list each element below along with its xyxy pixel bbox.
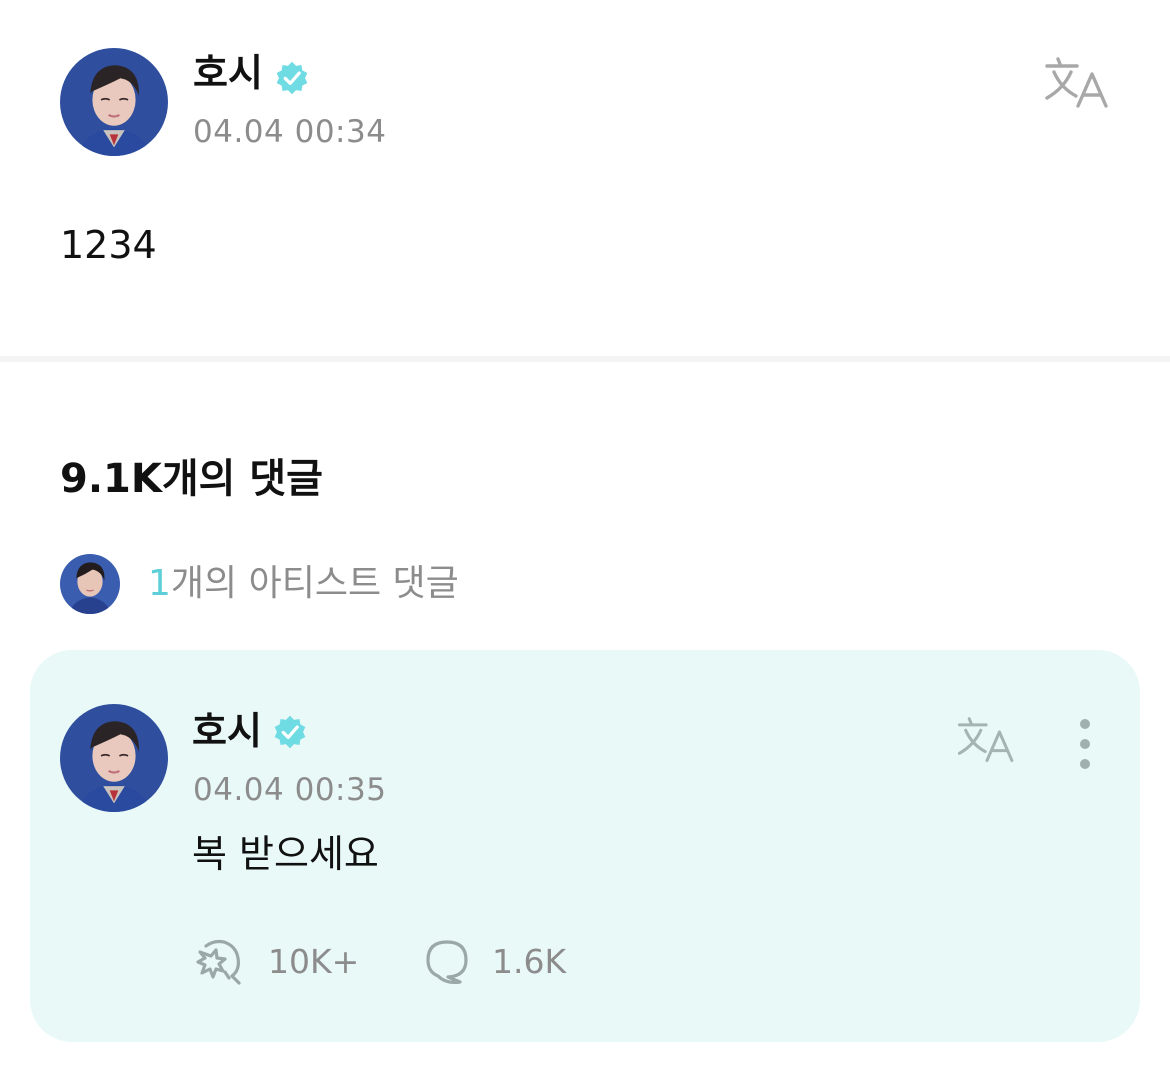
cheer-like-icon <box>192 938 244 986</box>
artist-avatar <box>60 554 120 614</box>
like-count: 10K+ <box>268 942 360 981</box>
comment-actions: 10K+ 1.6K <box>192 932 792 992</box>
verified-badge-icon <box>272 714 308 750</box>
artist-comments-label: 1개의 아티스트 댓글 <box>148 560 459 608</box>
verified-badge-icon <box>274 60 310 96</box>
post-body: 1234 <box>60 223 157 267</box>
comment-author-avatar[interactable] <box>60 704 168 812</box>
translate-icon[interactable] <box>956 716 1018 764</box>
more-vertical-icon[interactable] <box>1070 716 1100 772</box>
reply-button[interactable]: 1.6K <box>424 932 624 992</box>
translate-icon[interactable] <box>1044 56 1112 110</box>
avatar-image <box>60 48 168 156</box>
author-name[interactable]: 호시 <box>193 50 263 96</box>
artist-comments-count: 1 <box>148 563 171 604</box>
reply-count: 1.6K <box>492 942 567 981</box>
artist-comments-filter[interactable]: 1개의 아티스트 댓글 <box>60 554 660 614</box>
comment-timestamp: 04.04 00:35 <box>193 772 387 808</box>
like-button[interactable]: 10K+ <box>192 932 392 992</box>
post-timestamp: 04.04 00:34 <box>193 114 387 150</box>
comments-count-title: 9.1K개의 댓글 <box>60 456 323 502</box>
artist-comments-text: 개의 아티스트 댓글 <box>170 563 459 604</box>
speech-bubble-icon <box>424 938 470 986</box>
comment-author-name[interactable]: 호시 <box>192 708 262 754</box>
author-avatar[interactable] <box>60 48 168 156</box>
section-divider <box>0 356 1170 362</box>
post-detail-page: 호시 04.04 00:34 1234 9.1K개의 댓글 1개의 아티스트 댓… <box>0 0 1170 1084</box>
artist-comment-card[interactable]: 호시 04.04 00:35 복 받으세요 10K+ 1.6K <box>30 650 1140 1042</box>
comment-body: 복 받으세요 <box>192 832 379 876</box>
